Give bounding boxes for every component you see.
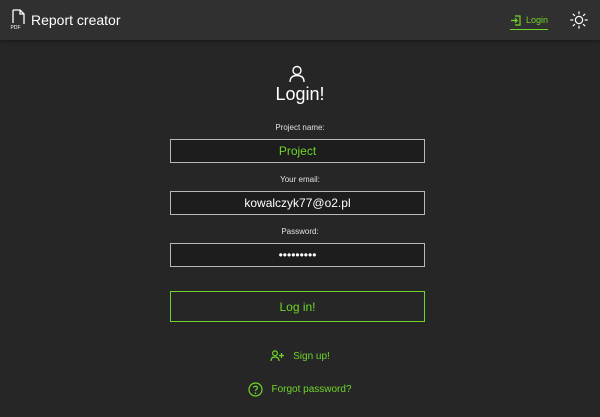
- add-user-icon: [270, 350, 285, 362]
- header-login-label: Login: [526, 15, 549, 25]
- question-icon: [248, 382, 264, 397]
- forgot-password-label: Forgot password?: [271, 384, 352, 395]
- email-label: Your email:: [280, 175, 320, 184]
- signup-link[interactable]: Sign up!: [0, 350, 600, 362]
- top-bar: PDF Report creator Login: [0, 0, 600, 40]
- email-input[interactable]: [170, 191, 425, 215]
- app-title: Report creator: [31, 12, 121, 28]
- forgot-password-link[interactable]: Forgot password?: [0, 382, 600, 397]
- user-icon: [289, 65, 305, 83]
- login-button-label: Log in!: [279, 299, 316, 314]
- project-name-input[interactable]: [170, 139, 425, 163]
- pdf-file-icon: PDF: [11, 9, 25, 31]
- sun-icon[interactable]: [570, 11, 588, 29]
- project-name-label: Project name:: [275, 123, 325, 132]
- password-input[interactable]: [170, 243, 425, 267]
- signup-label: Sign up!: [293, 350, 330, 362]
- password-label: Password:: [281, 227, 319, 236]
- login-button[interactable]: Log in!: [170, 291, 425, 322]
- login-icon: [511, 14, 521, 26]
- pdf-icon-text: PDF: [11, 25, 21, 31]
- brand[interactable]: PDF Report creator: [10, 9, 120, 31]
- header-login-link[interactable]: Login: [510, 12, 549, 30]
- page-title: Login!: [275, 84, 325, 104]
